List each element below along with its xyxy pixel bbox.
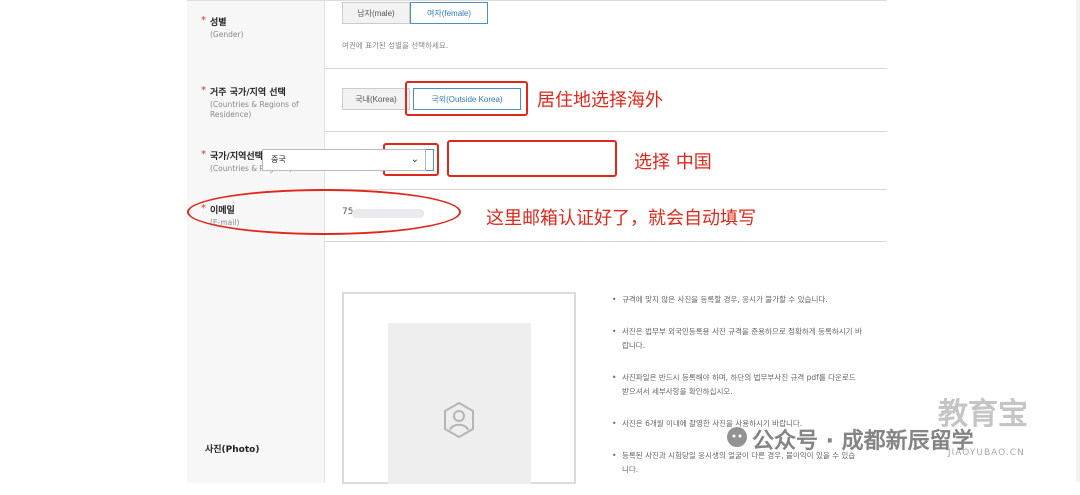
country-select-highlight-box	[447, 140, 617, 177]
chevron-down-icon: ⌄	[410, 154, 419, 165]
scrollbar[interactable]	[1076, 0, 1080, 482]
residence-label-cell: * 거주 국가/지역 선택 (Countries & Regions of Re…	[187, 68, 325, 131]
gender-label: * 성별 (Gender)	[201, 15, 244, 40]
photo-notes-list: 규격에 맞지 않은 사진을 등록할 경우, 응시가 불가할 수 있습니다. 사진…	[612, 293, 862, 495]
watermark-text: 公众号 · 成都新辰留学	[752, 429, 974, 454]
photo-note: 사진은 법무부 외국인등록용 사진 규격을 준용하므로 정확하게 등록하시기 바…	[612, 325, 862, 353]
country-select-value: 중국	[271, 155, 286, 164]
gender-row: * 성별 (Gender)	[187, 1, 887, 69]
gender-sublabel: (Gender)	[210, 30, 244, 39]
residence-label: * 거주 국가/지역 선택 (Countries & Regions of Re…	[201, 85, 299, 120]
wechat-icon	[727, 427, 747, 447]
photo-label: 사진(Photo)	[205, 445, 260, 455]
residence-label-text: 거주 국가/지역 선택	[210, 88, 286, 98]
gender-label-text: 성별	[210, 18, 227, 28]
email-highlight-ellipse	[187, 189, 461, 235]
residence-annotation: 居住地选择海外	[537, 90, 663, 111]
residence-sublabel: (Countries & Regions of	[210, 100, 299, 109]
email-annotation: 这里邮箱认证好了，就会自动填写	[486, 208, 756, 229]
country-annotation: 选择 中国	[634, 152, 712, 173]
required-mark: *	[201, 149, 206, 160]
gender-female-button[interactable]: 여자(female)	[410, 2, 488, 24]
photo-note: 규격에 맞지 않은 사진을 등록할 경우, 응시가 불가할 수 있습니다.	[612, 293, 862, 307]
country-select[interactable]: 중국 ⌄	[262, 149, 426, 171]
watermark-url: JIAOYUBAO.CN	[948, 448, 1025, 458]
required-mark: *	[201, 15, 206, 26]
gender-label-cell: * 성별 (Gender)	[187, 1, 325, 68]
gender-hint: 여권에 표기된 성별을 선택하세요.	[342, 41, 449, 50]
residence-korea-button[interactable]: 국내(Korea)	[342, 88, 410, 110]
gender-male-button[interactable]: 남자(male)	[342, 2, 410, 24]
person-icon	[444, 402, 474, 438]
photo-note: 사진파일은 반드시 등록해야 하며, 하단의 법무부사진 규격 pdf를 다운로…	[612, 371, 862, 399]
residence-sublabel-2: Residence)	[210, 110, 252, 119]
residence-highlight-box	[405, 81, 528, 116]
required-mark: *	[201, 85, 206, 96]
